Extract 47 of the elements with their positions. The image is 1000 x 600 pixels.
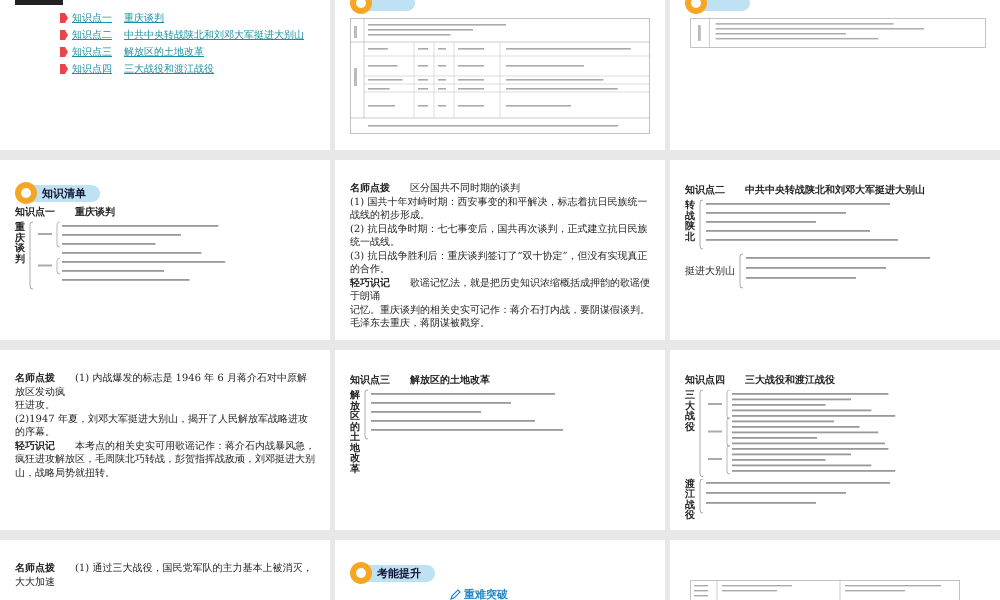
topic-link[interactable]: 知识点二 <box>72 28 112 42</box>
circle-icon <box>15 182 37 204</box>
section-title: 三大战役 <box>685 391 695 433</box>
note-paragraph: 名师点拨 (1) 内战爆发的标志是 1946 年 6 月蒋介石对中原解放区发动疯 <box>15 372 308 399</box>
note-paragraph: (2) 抗日战争时期：七七事变后，国共再次谈判，正式建立抗日民族统一战线。 <box>350 222 648 250</box>
slide-thumbnail[interactable]: 考能提升 重难突破 <box>335 540 665 600</box>
heading-title: 重庆谈判 <box>75 205 115 219</box>
note-paragraph: (2)1947 年夏，刘邓大军挺进大别山，揭开了人民解放军战略进攻的序幕。 <box>15 412 309 440</box>
note-paragraph: 轻巧识记 本考点的相关史实可用歌谣记作：蒋介石内战暴风急，疯狂进攻解放区，毛周陕北巧转战，彭贺指挥战敌顽，刘邓挺进大别山，战略局势就扭转。 <box>15 440 315 480</box>
section-title: 挺进大别山 <box>685 264 735 278</box>
heading-title: 三大战役和渡江战役 <box>745 373 835 387</box>
section-title: 解放区的土地改革 <box>350 391 360 475</box>
topic-link[interactable]: 中共中央转战陕北和刘邓大军挺进大别山 <box>124 28 304 42</box>
note-paragraph: (1) 国共十年对峙时期：西安事变的和平解决，标志着抗日民族统一战线的初步形成。 <box>350 196 648 222</box>
section-title: 转战陕北 <box>685 201 695 243</box>
note-paragraph: (3) 抗日战争胜利后：重庆谈判签订了“双十协定”，但没有实现真正的合作。 <box>350 250 649 276</box>
heading-title: 解放区的土地改革 <box>410 374 490 387</box>
topic-link[interactable]: 知识点三 <box>72 45 112 59</box>
heading-label: 知识点二 <box>685 184 725 197</box>
slide-thumbnail[interactable]: 名师点拨 (1) 通过三大战役，国民党军队的主力基本上被消灭，大大加速 <box>0 540 330 600</box>
topic-link[interactable]: 重庆谈判 <box>124 11 164 25</box>
heading-label: 知识点三 <box>350 374 390 387</box>
pencil-icon <box>450 589 461 600</box>
note-paragraph: 名师点拨 区分国共不同时期的谈判 <box>350 182 521 196</box>
topic-link[interactable]: 知识点一 <box>72 11 112 25</box>
circle-icon <box>350 562 372 584</box>
topic-link[interactable]: 解放区的土地改革 <box>124 45 204 59</box>
heading-label: 知识点一 <box>15 206 55 219</box>
heading-label: 知识点四 <box>685 374 725 387</box>
topic-link[interactable]: 知识点四 <box>72 62 112 76</box>
slide-thumbnail[interactable]: 名师点拨 (1) 内战爆发的标志是 1946 年 6 月蒋介石对中原解放区发动疯 狂进攻。 (2)1947 年夏，刘邓大军挺进大别山，揭开了人民解放军战略进攻的序幕。 轻巧识记 本考点的相关史实可用歌谣记作：蒋介石内战暴风急，疯狂进攻解放区，毛周陕北巧转战，彭贺指挥战敌顽，刘邓挺进大别山，战略局势就扭转。 <box>0 350 330 530</box>
slide-thumbnail[interactable] <box>335 0 665 150</box>
topic-link[interactable]: 三大战役和渡江战役 <box>124 62 214 76</box>
slide-thumbnail[interactable] <box>670 0 1000 150</box>
slide-thumbnail[interactable]: 知识点三 解放区的土地改革 解放区的土地改革 <box>335 350 665 530</box>
section-title: 渡江战役 <box>685 480 695 522</box>
section-title: 重庆谈判 <box>15 223 25 265</box>
note-paragraph: 狂进攻。 <box>15 399 56 412</box>
slide-thumbnail[interactable]: 知识清单 知识点一 重庆谈判 重庆谈判 <box>0 160 330 340</box>
note-paragraph: 轻巧识记 歌谣记忆法，就是把历史知识浓缩概括成押韵的歌谣便于朗诵 <box>350 276 650 304</box>
slide-thumbnail[interactable]: 知识点一 重庆谈判 知识点二 中共中央转战陕北和刘邓大军挺进大别山 知识点三 解放区的土地改革 知识点四 三大战役和渡江战役 <box>0 0 330 150</box>
note-paragraph: 记忆。重庆谈判的相关史实可记作：蒋介石打内战，要阴谋假谈判。毛泽东去重庆，蒋阴谋被戳穿。 <box>350 304 650 330</box>
subsection-title: 重难突破 <box>464 587 508 600</box>
slide-thumbnail[interactable]: 知识点四 三大战役和渡江战役 三大战役 渡江战役 <box>670 350 1000 530</box>
heading-title: 中共中央转战陕北和刘邓大军挺进大别山 <box>745 183 925 197</box>
slide-thumbnail[interactable]: 知识点二 中共中央转战陕北和刘邓大军挺进大别山 转战陕北 挺进大别山 <box>670 160 1000 340</box>
note-paragraph: 名师点拨 (1) 通过三大战役，国民党军队的主力基本上被消灭，大大加速 <box>15 562 314 589</box>
